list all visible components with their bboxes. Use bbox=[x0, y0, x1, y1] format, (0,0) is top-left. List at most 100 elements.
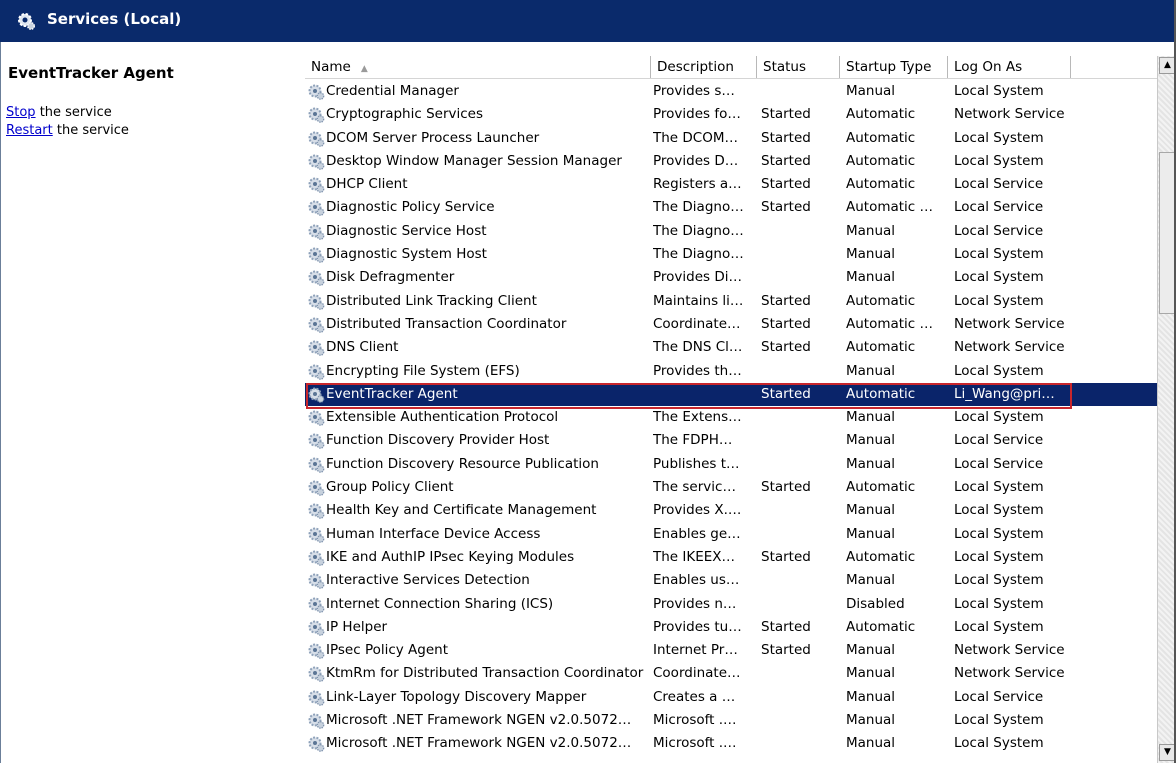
service-name: Encrypting File System (EFS) bbox=[326, 362, 520, 379]
service-row[interactable]: EventTracker Agent Started Automatic Li_Wan… bbox=[305, 382, 1157, 407]
service-row[interactable]: Interactive Services Detection Enables us… bbox=[305, 569, 1157, 592]
service-gear-icon bbox=[307, 523, 327, 546]
service-row[interactable]: Diagnostic Service Host The Diagno… Manual… bbox=[305, 220, 1157, 243]
service-log-on-as: Local System bbox=[954, 712, 1044, 729]
service-startup-type: Manual bbox=[846, 688, 896, 705]
service-status bbox=[761, 709, 841, 732]
service-row[interactable]: IKE and AuthIP IPsec Keying Modules The I… bbox=[305, 546, 1157, 569]
service-status bbox=[761, 499, 841, 522]
service-row[interactable]: IPsec Policy Agent Internet Pr… Started Man… bbox=[305, 639, 1157, 662]
service-startup-type: Manual bbox=[846, 362, 896, 379]
service-description: Provides D… bbox=[653, 152, 739, 169]
stop-service-link[interactable]: Stop bbox=[6, 105, 36, 120]
service-log-on-as: Network Service bbox=[954, 106, 1065, 123]
service-startup-type: Automatic bbox=[846, 339, 916, 356]
service-gear-icon bbox=[307, 290, 327, 313]
service-gear-icon bbox=[307, 150, 327, 173]
restart-action: Restart the service bbox=[6, 122, 129, 140]
service-gear-icon bbox=[307, 406, 327, 429]
service-status: Started bbox=[761, 385, 811, 402]
service-row[interactable]: DHCP Client Registers a… Started Automatic L… bbox=[305, 173, 1157, 196]
column-header-log-on-as[interactable]: Log On As bbox=[948, 56, 1071, 78]
service-actions: Stop the service Restart the service bbox=[6, 104, 129, 140]
service-gear-icon bbox=[307, 127, 327, 150]
service-row[interactable]: Credential Manager Provides s… Manual Local… bbox=[305, 80, 1157, 103]
service-startup-type: Automatic bbox=[846, 618, 916, 635]
service-row[interactable]: KtmRm for Distributed Transaction Coordi… bbox=[305, 662, 1157, 685]
service-status: Started bbox=[761, 315, 811, 332]
service-log-on-as: Local System bbox=[954, 362, 1044, 379]
service-description: The DCOM… bbox=[653, 129, 738, 146]
service-name: Disk Defragmenter bbox=[326, 269, 455, 286]
service-description: Provides s… bbox=[653, 83, 735, 99]
service-row[interactable]: Distributed Link Tracking Client Maintain… bbox=[305, 290, 1157, 313]
service-startup-type: Automatic bbox=[846, 548, 916, 565]
service-row[interactable]: Distributed Transaction Coordinator Coord… bbox=[305, 313, 1157, 336]
stop-action: Stop the service bbox=[6, 104, 129, 122]
service-log-on-as: Network Service bbox=[954, 315, 1065, 332]
column-header-startup-type[interactable]: Startup Type bbox=[840, 56, 948, 78]
service-name: Distributed Transaction Coordinator bbox=[326, 315, 567, 332]
service-row[interactable]: Cryptographic Services Provides fo… Starte… bbox=[305, 103, 1157, 126]
service-name: Extensible Authentication Protocol bbox=[326, 409, 559, 426]
service-startup-type: Manual bbox=[846, 246, 896, 263]
service-row[interactable]: Extensible Authentication Protocol The Ex… bbox=[305, 406, 1157, 429]
service-log-on-as: Local System bbox=[954, 246, 1044, 263]
service-gear-icon bbox=[307, 569, 327, 592]
service-startup-type: Automatic bbox=[846, 385, 916, 402]
service-name: DNS Client bbox=[326, 339, 399, 356]
service-row[interactable]: Disk Defragmenter Provides Di… Manual Local… bbox=[305, 266, 1157, 289]
service-description: The Extens… bbox=[653, 409, 742, 426]
service-startup-type: Manual bbox=[846, 712, 896, 729]
service-row[interactable]: Internet Connection Sharing (ICS) Provide… bbox=[305, 593, 1157, 616]
service-name: Credential Manager bbox=[326, 83, 459, 99]
service-row[interactable]: Human Interface Device Access Enables ge…… bbox=[305, 523, 1157, 546]
service-name: Microsoft .NET Framework NGEN v2.0.5072… bbox=[326, 712, 632, 729]
service-startup-type: Manual bbox=[846, 269, 896, 286]
service-startup-type: Automatic … bbox=[846, 315, 934, 332]
service-row[interactable]: Diagnostic Policy Service The Diagno… Star… bbox=[305, 196, 1157, 219]
service-name: IKE and AuthIP IPsec Keying Modules bbox=[326, 548, 575, 565]
service-row[interactable]: Encrypting File System (EFS) Provides th…… bbox=[305, 360, 1157, 383]
service-status bbox=[761, 80, 841, 103]
restart-service-link[interactable]: Restart bbox=[6, 123, 53, 138]
service-name: Link-Layer Topology Discovery Mapper bbox=[326, 688, 587, 705]
service-log-on-as: Li_Wang@pri… bbox=[954, 385, 1055, 402]
service-row[interactable]: Group Policy Client The servic… Started Aut… bbox=[305, 476, 1157, 499]
service-gear-icon bbox=[307, 662, 327, 685]
service-gear-icon bbox=[307, 196, 327, 219]
service-name: Health Key and Certificate Management bbox=[326, 502, 597, 519]
service-description: Maintains li… bbox=[653, 292, 744, 309]
service-name: Function Discovery Resource Publication bbox=[326, 455, 599, 472]
service-name: Diagnostic Policy Service bbox=[326, 199, 495, 216]
service-status: Started bbox=[761, 152, 811, 169]
service-row[interactable]: Link-Layer Topology Discovery Mapper Crea… bbox=[305, 686, 1157, 709]
service-row[interactable]: DNS Client The DNS Cl… Started Automatic Net… bbox=[305, 336, 1157, 359]
column-header-name[interactable]: Name ▲ bbox=[305, 56, 651, 78]
column-header-description[interactable]: Description bbox=[651, 56, 757, 78]
service-row[interactable]: Function Discovery Provider Host The FDPH… bbox=[305, 429, 1157, 452]
service-log-on-as: Network Service bbox=[954, 665, 1065, 682]
column-header-status[interactable]: Status bbox=[757, 56, 840, 78]
service-gear-icon bbox=[307, 243, 327, 266]
service-row[interactable]: Microsoft .NET Framework NGEN v2.0.5072…… bbox=[305, 709, 1157, 732]
service-startup-type: Manual bbox=[846, 409, 896, 426]
service-row[interactable]: Function Discovery Resource Publication P… bbox=[305, 453, 1157, 476]
service-row[interactable]: DCOM Server Process Launcher The DCOM… Sta… bbox=[305, 127, 1157, 150]
service-name: DCOM Server Process Launcher bbox=[326, 129, 540, 146]
service-gear-icon bbox=[307, 616, 327, 639]
service-gear-icon bbox=[307, 732, 327, 755]
service-description: Coordinate… bbox=[653, 665, 741, 682]
service-row[interactable]: Diagnostic System Host The Diagno… Manual L… bbox=[305, 243, 1157, 266]
service-row[interactable]: IP Helper Provides tu… Started Automatic Loc… bbox=[305, 616, 1157, 639]
service-row[interactable]: Health Key and Certificate Management Pro… bbox=[305, 499, 1157, 522]
service-gear-icon bbox=[307, 313, 327, 336]
service-name: Desktop Window Manager Session Manager bbox=[326, 152, 622, 169]
service-description: Internet Pr… bbox=[653, 642, 738, 659]
service-row[interactable]: Desktop Window Manager Session Manager Pr… bbox=[305, 150, 1157, 173]
service-log-on-as: Local System bbox=[954, 152, 1044, 169]
column-header-row: Name ▲ Description Status Startup Type Lo… bbox=[305, 56, 1157, 79]
service-log-on-as: Local System bbox=[954, 292, 1044, 309]
service-name: Diagnostic System Host bbox=[326, 246, 487, 263]
service-row[interactable]: Microsoft .NET Framework NGEN v2.0.5072…… bbox=[305, 732, 1157, 755]
